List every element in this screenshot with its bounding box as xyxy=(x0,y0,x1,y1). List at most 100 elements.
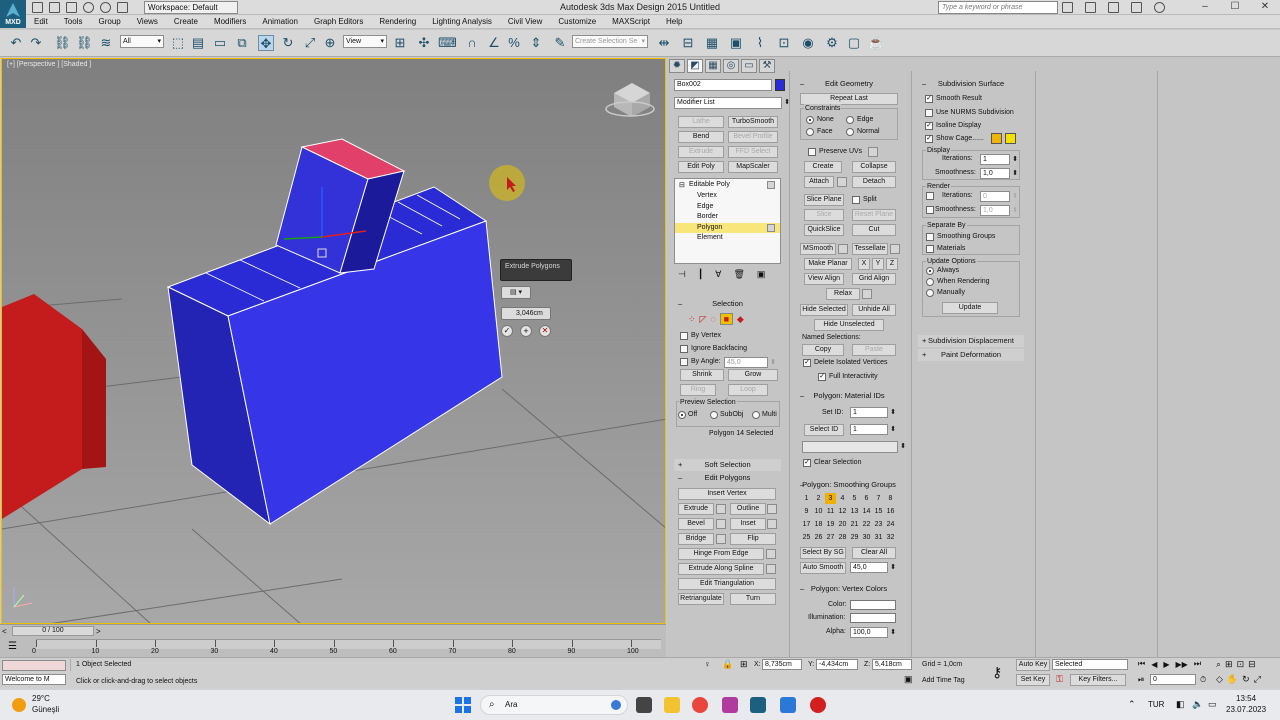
mini-curve-editor-icon[interactable]: ☰ xyxy=(8,641,17,652)
app-logo[interactable]: MXD xyxy=(0,0,26,28)
motion-tab-icon[interactable]: ◎ xyxy=(723,59,739,73)
subdivision-surface-rollout-title[interactable]: Subdivision Surface xyxy=(918,78,1024,90)
smoothing-group-32-button[interactable]: 32 xyxy=(885,532,896,543)
clock-date[interactable]: 23.07.2023 xyxy=(1226,705,1266,715)
time-tag-icon[interactable]: ▣ xyxy=(904,674,913,685)
volume-icon[interactable]: 🔈 xyxy=(1192,699,1203,710)
show-cage-checkbox[interactable] xyxy=(925,135,933,143)
modifier-mapscaler-button[interactable]: MapScaler xyxy=(728,161,778,173)
x-coordinate-field[interactable]: 8,735cm xyxy=(762,659,802,670)
place-icon[interactable]: ⊕ xyxy=(322,35,338,51)
zoom-extents-all-icon[interactable]: ⊟ xyxy=(1248,659,1256,670)
bridge-settings-icon[interactable] xyxy=(716,534,726,544)
by-vertex-checkbox[interactable] xyxy=(680,332,688,340)
subdivision-displacement-rollout-title[interactable]: Subdivision Displacement xyxy=(918,335,1024,347)
rect-selection-icon[interactable]: ▭ xyxy=(212,35,228,51)
layer-manager-icon[interactable]: ▦ xyxy=(704,35,720,51)
timeline-next-icon[interactable]: > xyxy=(96,627,104,636)
menu-edit[interactable]: Edit xyxy=(26,15,56,29)
render-iterations-checkbox[interactable] xyxy=(926,192,934,200)
modifier-turbosmooth-button[interactable]: TurboSmooth xyxy=(728,116,778,128)
grow-button[interactable]: Grow xyxy=(728,369,778,381)
smoothing-group-17-button[interactable]: 17 xyxy=(801,519,812,530)
update-manually-radio[interactable] xyxy=(926,289,934,297)
smoothing-group-2-button[interactable]: 2 xyxy=(813,493,824,504)
select-by-name-icon[interactable]: ▤ xyxy=(190,35,206,51)
copy-button[interactable]: Copy xyxy=(802,344,844,356)
chrome-icon[interactable] xyxy=(692,697,708,713)
constraint-edge-radio[interactable] xyxy=(846,116,854,124)
auto-smooth-button[interactable]: Auto Smooth xyxy=(800,562,846,574)
maximize-button[interactable]: ☐ xyxy=(1220,0,1250,15)
smoothing-group-5-button[interactable]: 5 xyxy=(849,493,860,504)
named-selection-dropdown[interactable]: Create Selection Se xyxy=(572,35,648,48)
smoothing-group-11-button[interactable]: 11 xyxy=(825,506,836,517)
auto-key-button[interactable]: Auto Key xyxy=(1016,659,1050,671)
split-checkbox[interactable] xyxy=(852,196,860,204)
angle-spinner[interactable]: 45,0 xyxy=(724,357,776,368)
preview-multi-radio[interactable] xyxy=(752,411,760,419)
select-move-icon[interactable]: ✥ xyxy=(258,35,274,51)
collapse-button[interactable]: Collapse xyxy=(852,161,896,173)
menu-graph-editors[interactable]: Graph Editors xyxy=(306,15,371,29)
show-end-result-icon[interactable]: ┃ xyxy=(698,269,703,280)
tessellate-settings-icon[interactable] xyxy=(890,244,900,254)
key-filters-button[interactable]: Key Filters... xyxy=(1070,674,1126,686)
open-file-icon[interactable] xyxy=(49,2,60,13)
menu-rendering[interactable]: Rendering xyxy=(371,15,424,29)
delete-isolated-checkbox[interactable] xyxy=(803,359,811,367)
smoothing-group-12-button[interactable]: 12 xyxy=(837,506,848,517)
extrude-height-field[interactable]: 3,046cm xyxy=(501,307,551,320)
object-name-field[interactable]: Box002 xyxy=(674,79,780,91)
record-app-icon[interactable] xyxy=(810,697,826,713)
save-icon[interactable] xyxy=(66,2,77,13)
create-tab-icon[interactable]: ✹ xyxy=(669,59,685,73)
isoline-display-checkbox[interactable] xyxy=(925,122,933,130)
paint-deformation-rollout-title[interactable]: Paint Deformation xyxy=(918,349,1024,361)
smoothing-group-1-button[interactable]: 1 xyxy=(801,493,812,504)
grid-align-button[interactable]: Grid Align xyxy=(852,273,896,285)
maximize-viewport-icon[interactable]: ⤢ xyxy=(1254,674,1261,685)
msmooth-settings-icon[interactable] xyxy=(838,244,848,254)
language-indicator[interactable]: TUR xyxy=(1148,700,1164,710)
help-search-input[interactable]: Type a keyword or phrase xyxy=(938,1,1058,14)
current-frame-field[interactable]: 0 xyxy=(1150,674,1196,685)
modifier-lathe-button[interactable]: Lathe xyxy=(678,116,724,128)
workspace-dropdown[interactable]: Workspace: Default xyxy=(144,1,238,14)
taskbar-search-box[interactable]: ⌕ Ara xyxy=(480,695,628,715)
link-icon[interactable]: ⛓ xyxy=(54,35,71,51)
preview-subobj-radio[interactable] xyxy=(710,411,718,419)
bevel-settings-icon[interactable] xyxy=(716,519,726,529)
menu-create[interactable]: Create xyxy=(166,15,206,29)
smoothing-group-21-button[interactable]: 21 xyxy=(849,519,860,530)
smooth-result-checkbox[interactable] xyxy=(925,95,933,103)
file-explorer-icon[interactable] xyxy=(664,697,680,713)
isolate-selection-icon[interactable]: ♀ xyxy=(704,659,711,669)
modifier-bevel-profile-button[interactable]: Bevel Profile xyxy=(728,131,778,143)
extrude-settings-icon[interactable] xyxy=(716,504,726,514)
close-button[interactable]: ✕ xyxy=(1250,0,1280,15)
select-rotate-icon[interactable]: ↻ xyxy=(280,35,296,51)
menu-lighting-analysis[interactable]: Lighting Analysis xyxy=(424,15,500,29)
star-icon[interactable] xyxy=(1108,2,1119,13)
exchange-icon[interactable] xyxy=(1131,2,1142,13)
play-icon[interactable]: ▶ xyxy=(1163,660,1169,669)
attach-button[interactable]: Attach xyxy=(804,176,834,188)
make-planar-button[interactable]: Make Planar xyxy=(804,258,852,270)
by-angle-checkbox[interactable] xyxy=(680,358,688,366)
key-mode-dropdown[interactable]: Selected xyxy=(1052,659,1128,670)
ignore-backfacing-checkbox[interactable] xyxy=(680,345,688,353)
bridge-button[interactable]: Bridge xyxy=(678,533,714,545)
remove-modifier-icon[interactable]: 🗑 xyxy=(733,269,744,280)
smoothing-group-13-button[interactable]: 13 xyxy=(849,506,860,517)
modifier-ffd-select-button[interactable]: FFD Select xyxy=(728,146,778,158)
render-smoothness-spinner[interactable]: 1,0 xyxy=(980,205,1018,216)
outline-settings-icon[interactable] xyxy=(767,504,777,514)
orbit-icon[interactable]: ↻ xyxy=(1242,674,1250,685)
update-button[interactable]: Update xyxy=(942,302,998,314)
task-view-icon[interactable] xyxy=(636,697,652,713)
bind-spacewarp-icon[interactable]: ≋ xyxy=(98,35,114,51)
percent-snap-icon[interactable]: % xyxy=(506,35,522,51)
bevel-button[interactable]: Bevel xyxy=(678,518,714,530)
smoothness-spinner[interactable]: 1,0 xyxy=(980,168,1018,179)
